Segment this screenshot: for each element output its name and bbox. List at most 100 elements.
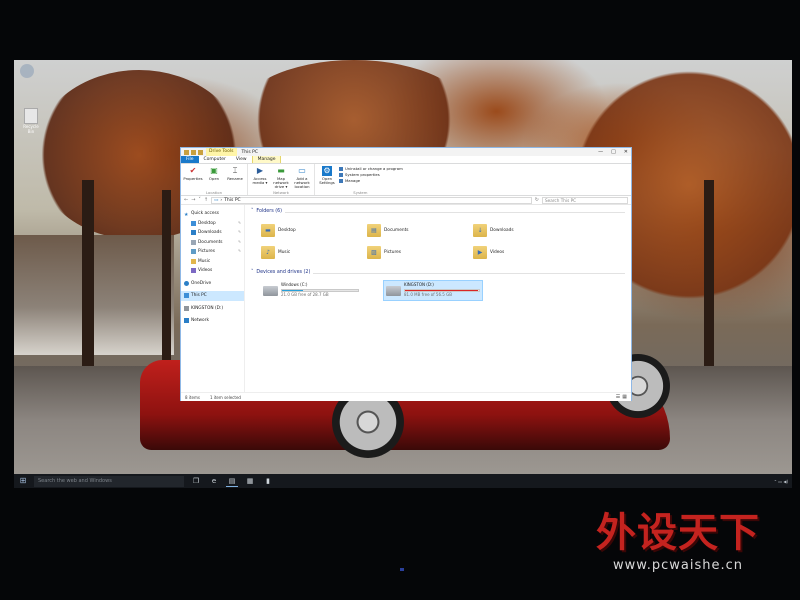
status-selected-count: 1 item selected <box>209 394 241 400</box>
open-settings-button[interactable]: ⚙ Open Settings <box>318 166 336 190</box>
access-media-button[interactable]: ▶ Access media ▾ <box>251 166 269 190</box>
network-drive-icon: ▬ <box>277 166 285 175</box>
tab-manage[interactable]: Manage <box>251 156 282 163</box>
system-properties-button[interactable]: System properties <box>339 172 403 177</box>
nav-kingston-drive[interactable]: KINGSTON (D:) <box>181 304 244 314</box>
recent-dropdown-icon[interactable]: ˅ <box>198 197 201 203</box>
computer-icon: ▭ <box>214 197 219 203</box>
wallpaper-tree-trunk <box>162 190 171 360</box>
status-item-count: 8 items <box>185 394 200 400</box>
refresh-icon[interactable]: ↻ <box>535 197 539 203</box>
details-view-icon[interactable]: ☰ <box>616 394 620 400</box>
drive-free-space: 81.0 MB free of 56.5 GB <box>404 292 452 297</box>
store-icon[interactable]: ▦ <box>244 476 256 487</box>
recycle-bin-icon <box>24 108 38 124</box>
checkmark-icon: ✔ <box>189 166 197 175</box>
nav-videos[interactable]: Videos <box>181 266 244 276</box>
content-pane: ˅ Folders (6) ▬ Desktop ▤ Documents ↓ Downlo… <box>245 205 631 392</box>
music-icon <box>191 258 196 264</box>
network-location-icon: ▭ <box>298 166 306 175</box>
system-properties-icon <box>339 172 343 177</box>
address-bar-row: ← → ˅ ↑ ▭ › This PC ↻ Search This PC <box>181 196 631 205</box>
watermark-logo: 外设天下 <box>596 510 760 556</box>
media-icon: ▶ <box>256 166 264 175</box>
close-button[interactable]: ✕ <box>624 149 628 155</box>
nav-quick-access[interactable]: ★ Quick access <box>181 209 244 219</box>
folder-desktop[interactable]: ▬ Desktop <box>261 219 361 241</box>
forward-arrow-icon[interactable]: → <box>191 197 195 203</box>
gear-icon: ⚙ <box>322 166 332 176</box>
folder-downloads[interactable]: ↓ Downloads <box>473 219 573 241</box>
up-arrow-icon[interactable]: ↑ <box>204 197 208 203</box>
folders-section-header[interactable]: ˅ Folders (6) <box>251 208 625 216</box>
drive-windows-c[interactable]: Windows (C:) 21.0 GB free of 28.7 GB <box>261 280 361 301</box>
tab-view[interactable]: View <box>231 156 252 163</box>
desktop-icon-recycle-bin[interactable]: Recycle Bin <box>20 108 42 134</box>
folder-videos[interactable]: ▶ Videos <box>473 241 573 263</box>
properties-button[interactable]: ✔ Properties <box>183 166 202 190</box>
manage-icon <box>339 178 343 183</box>
breadcrumb-separator-icon: › <box>220 197 223 203</box>
folder-music[interactable]: ♪ Music <box>261 241 361 263</box>
qat-properties-icon[interactable] <box>184 149 189 155</box>
folder-documents[interactable]: ▤ Documents <box>367 219 467 241</box>
task-view-icon[interactable]: ❐ <box>190 476 202 487</box>
qat-new-folder-icon[interactable] <box>191 149 196 155</box>
desktop-corner-icon <box>20 64 34 78</box>
add-network-location-button[interactable]: ▭ Add a network location <box>293 166 311 190</box>
nav-pictures[interactable]: Pictures ✎ <box>181 247 244 257</box>
tab-file[interactable]: File <box>181 156 199 163</box>
maximize-button[interactable]: □ <box>611 149 616 155</box>
usb-drive-icon <box>386 285 401 296</box>
pin-icon: ✎ <box>238 220 241 225</box>
breadcrumb-this-pc[interactable]: This PC <box>224 198 240 203</box>
uninstall-icon <box>339 166 343 171</box>
map-network-drive-button[interactable]: ▬ Map network drive ▾ <box>272 166 290 190</box>
folder-pictures[interactable]: ▨ Pictures <box>367 241 467 263</box>
drive-usage-fill <box>405 290 479 291</box>
nav-music[interactable]: Music <box>181 257 244 267</box>
nav-documents[interactable]: Documents ✎ <box>181 238 244 248</box>
drive-kingston-d[interactable]: KINGSTON (D:) 81.0 MB free of 56.5 GB <box>383 280 483 301</box>
desktop-folder-icon: ▬ <box>261 223 275 237</box>
nav-desktop[interactable]: Desktop ✎ <box>181 219 244 229</box>
downloads-icon <box>191 230 196 236</box>
minimize-button[interactable]: — <box>598 149 603 155</box>
app-icon[interactable]: ▮ <box>262 476 274 487</box>
music-folder-icon: ♪ <box>261 245 275 259</box>
nav-this-pc[interactable]: This PC <box>181 291 244 301</box>
videos-folder-icon: ▶ <box>473 245 487 259</box>
watermark: 外设天下 www.pcwaishe.cn <box>596 500 760 573</box>
folders-grid: ▬ Desktop ▤ Documents ↓ Downloads ♪ Music ▨ P… <box>251 219 625 263</box>
taskbar-search[interactable]: Search the web and Windows <box>34 475 184 487</box>
uninstall-program-button[interactable]: Uninstall or change a program <box>339 166 403 171</box>
search-input[interactable]: Search This PC <box>542 196 628 204</box>
quick-access-toolbar <box>184 149 203 155</box>
desktop-icon-label: Recycle Bin <box>23 124 39 134</box>
file-explorer-icon[interactable]: ▤ <box>226 476 238 487</box>
qat-dropdown-icon[interactable] <box>198 149 203 155</box>
manage-button[interactable]: Manage <box>339 178 403 183</box>
pin-icon: ✎ <box>238 239 241 244</box>
back-arrow-icon[interactable]: ← <box>184 197 188 203</box>
address-bar[interactable]: ▭ › This PC <box>211 196 532 204</box>
rename-button[interactable]: ⌶ Rename <box>226 166 244 190</box>
nav-network[interactable]: Network <box>181 316 244 326</box>
nav-downloads[interactable]: Downloads ✎ <box>181 228 244 238</box>
start-button[interactable]: ⊞ <box>18 476 28 486</box>
documents-icon <box>191 239 196 245</box>
ribbon: ✔ Properties ▣ Open ⌶ Rename Location ▶ Acce… <box>181 164 631 196</box>
chevron-down-icon: ˅ <box>251 209 254 214</box>
edge-icon[interactable]: e <box>208 476 220 487</box>
drive-free-space: 21.0 GB free of 28.7 GB <box>281 292 329 297</box>
watermark-url: www.pcwaishe.cn <box>613 558 743 573</box>
nav-onedrive[interactable]: OneDrive <box>181 279 244 289</box>
tab-computer[interactable]: Computer <box>199 156 231 163</box>
open-button[interactable]: ▣ Open <box>205 166 223 190</box>
system-tray[interactable]: ⌃ ▭ ◀) <box>774 479 788 484</box>
title-bar[interactable]: Drive Tools This PC — □ ✕ <box>181 148 631 156</box>
downloads-folder-icon: ↓ <box>473 223 487 237</box>
large-icons-view-icon[interactable]: ▦ <box>622 394 627 400</box>
drives-section-header[interactable]: ˅ Devices and drives (2) <box>251 269 625 277</box>
drives-list: Windows (C:) 21.0 GB free of 28.7 GB KIN… <box>251 280 625 301</box>
